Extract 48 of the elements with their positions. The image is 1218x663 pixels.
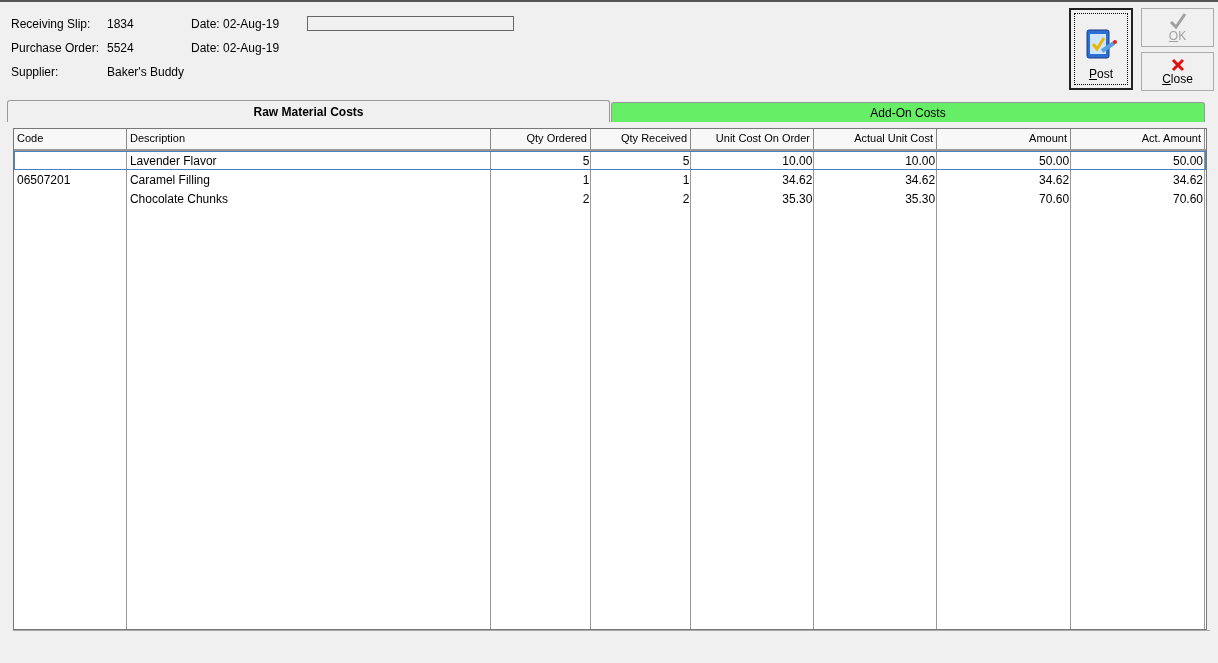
field-value: Baker's Buddy xyxy=(107,64,185,79)
table-cell: 34.62 xyxy=(782,173,813,187)
column-header[interactable]: Unit Cost On Order xyxy=(691,129,814,149)
table-cell: Caramel Filling xyxy=(129,173,210,187)
close-button[interactable]: Close xyxy=(1141,52,1214,91)
tab[interactable]: Add-On Costs xyxy=(611,102,1205,122)
column-header[interactable]: Qty Received xyxy=(591,129,691,149)
table-cell: 5 xyxy=(582,154,590,168)
table-cell: 70.60 xyxy=(1172,192,1203,206)
column-header[interactable]: Actual Unit Cost xyxy=(814,129,937,149)
table-cell: 06507201 xyxy=(17,173,71,187)
field-value: 1834 xyxy=(107,16,135,31)
date-text: Date: 02-Aug-19 xyxy=(191,16,281,31)
field-label: Supplier: xyxy=(11,64,60,79)
table-cell: 2 xyxy=(582,192,590,206)
table-cell: 35.30 xyxy=(905,192,936,206)
clipboard-check-icon xyxy=(1084,27,1118,61)
table-cell: Lavender Flavor xyxy=(129,154,217,168)
table-cell: 2 xyxy=(682,192,690,206)
column-header[interactable]: Code xyxy=(14,129,127,149)
table-cell: 1 xyxy=(682,173,690,187)
table-row[interactable]: Chocolate Chunks 2 2 35.30 35.30 70.60 70.60 xyxy=(14,189,1206,208)
table-cell: 70.60 xyxy=(1039,192,1070,206)
column-header[interactable]: Qty Ordered xyxy=(491,129,591,149)
table-cell: 50.00 xyxy=(1039,154,1070,168)
close-icon xyxy=(1170,57,1185,72)
table-cell: 5 xyxy=(682,154,690,168)
table-row[interactable]: Lavender Flavor 5 5 10.00 10.00 50.00 50.00 xyxy=(14,151,1206,170)
table-cell: 34.62 xyxy=(1172,173,1203,187)
post-button[interactable]: Post xyxy=(1069,8,1133,90)
table-cell: 35.30 xyxy=(782,192,813,206)
table-cell: Chocolate Chunks xyxy=(129,192,228,206)
field-label: Purchase Order: xyxy=(11,40,101,55)
column-header[interactable]: Act. Amount xyxy=(1071,129,1205,149)
field-label: Receiving Slip: xyxy=(11,16,92,31)
check-icon xyxy=(1168,12,1187,29)
table-cell: 10.00 xyxy=(782,154,813,168)
table-cell: 34.62 xyxy=(905,173,936,187)
table-cell: 10.00 xyxy=(905,154,936,168)
column-header[interactable]: Description xyxy=(127,129,491,149)
table-cell: 1 xyxy=(582,173,590,187)
date-text: Date: 02-Aug-19 xyxy=(191,40,281,55)
tab[interactable]: Raw Material Costs xyxy=(7,100,610,122)
field-value: 5524 xyxy=(107,40,135,55)
table-row[interactable]: 06507201 Caramel Filling 1 1 34.62 34.62 34.62 34.62 xyxy=(14,170,1206,189)
column-header[interactable]: Amount xyxy=(937,129,1071,149)
table-cell: 34.62 xyxy=(1039,173,1070,187)
table-cell: 50.00 xyxy=(1172,154,1203,168)
